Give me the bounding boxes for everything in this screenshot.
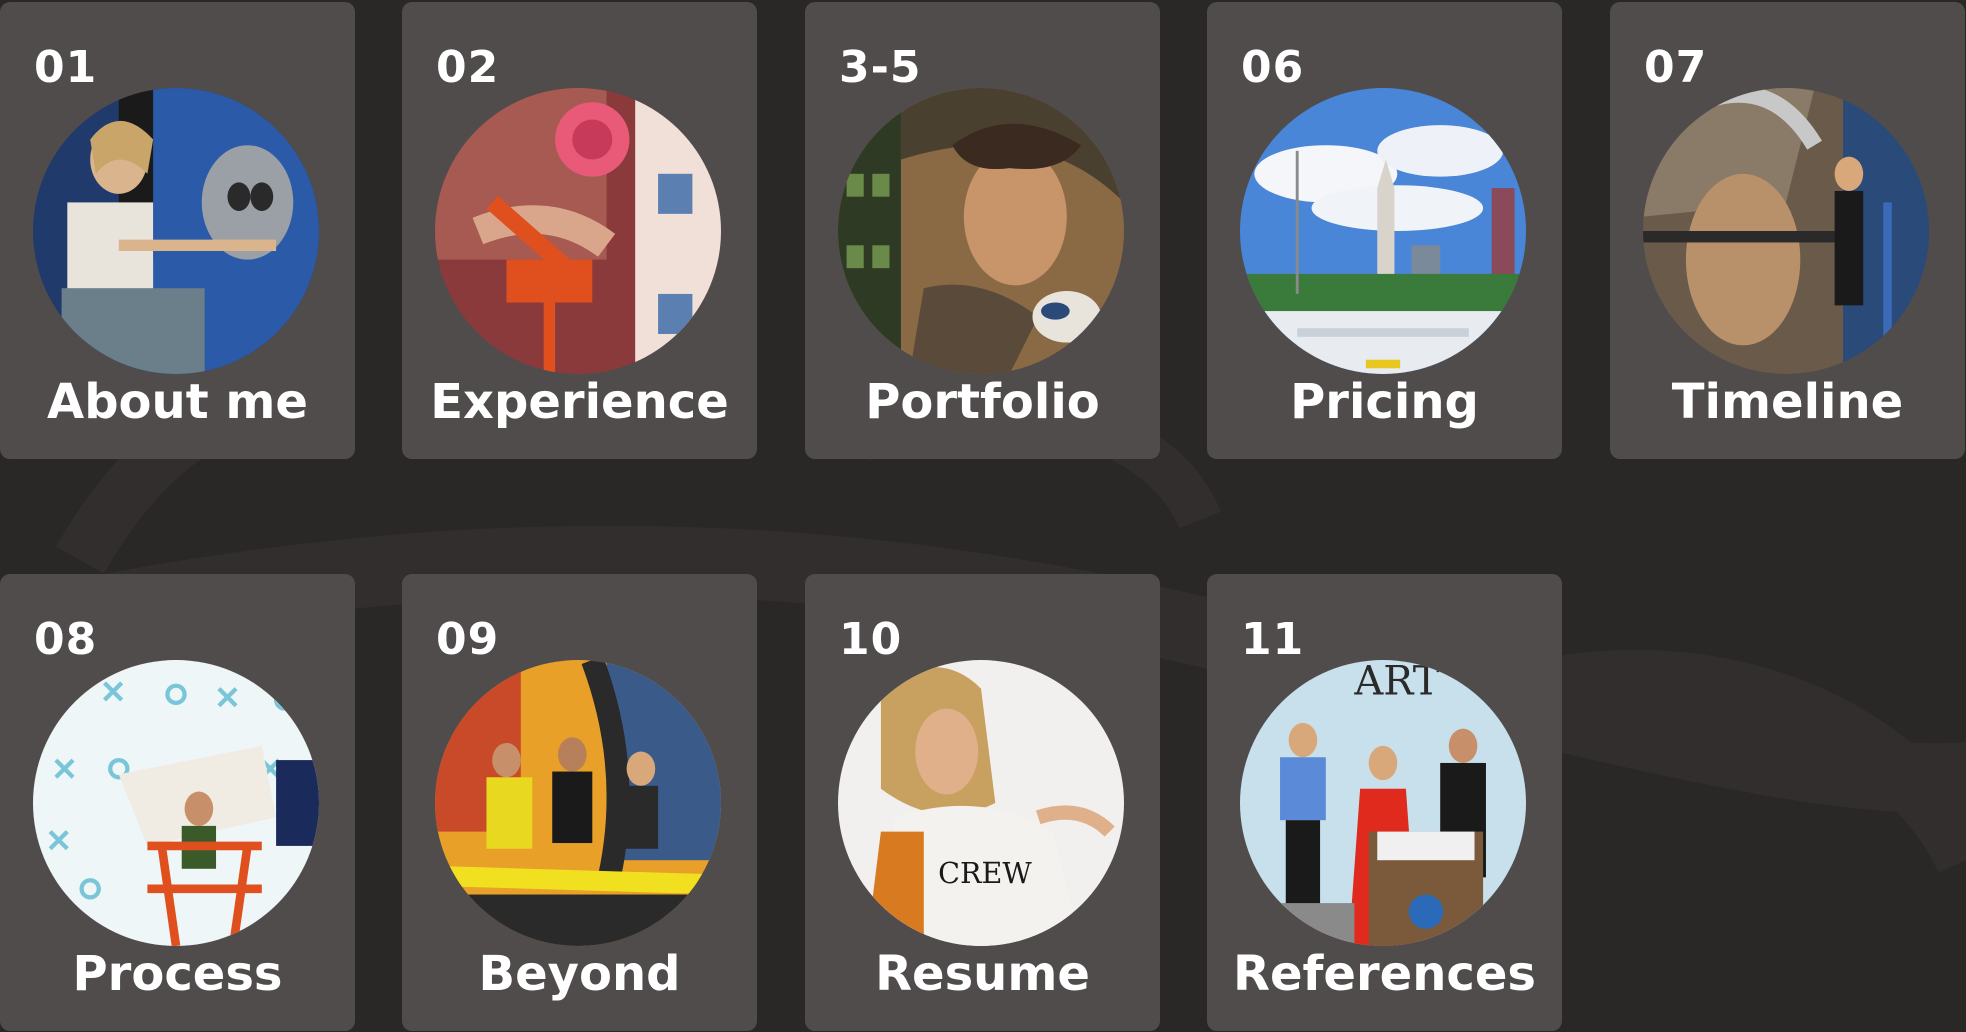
svg-text:ART: ART bbox=[1353, 660, 1439, 704]
card-title: Process bbox=[72, 946, 283, 1002]
card-title: Portfolio bbox=[865, 374, 1100, 430]
artist-painting-face-mural-photo bbox=[1643, 88, 1929, 374]
svg-text:CREW: CREW bbox=[938, 856, 1032, 890]
museum-podium-speech-photo: ART bbox=[1240, 660, 1526, 946]
card-title: Resume bbox=[875, 946, 1090, 1002]
lift-in-front-of-flower-mural-photo bbox=[435, 88, 721, 374]
woman-with-feathers-mural-photo bbox=[838, 88, 1124, 374]
artist-portrait-photo: CREW bbox=[838, 660, 1124, 946]
card-beyond[interactable]: 09 Beyond bbox=[402, 574, 757, 1031]
card-number: 08 bbox=[34, 614, 98, 665]
card-title: References bbox=[1233, 946, 1536, 1002]
card-pricing[interactable]: 06 Pricing bbox=[1207, 2, 1562, 459]
card-number: 01 bbox=[34, 42, 98, 93]
card-timeline[interactable]: 07 Timeline bbox=[1610, 2, 1965, 459]
card-references[interactable]: 11 ART References bbox=[1207, 574, 1562, 1031]
card-about-me[interactable]: 01 About me bbox=[0, 2, 355, 459]
card-title: About me bbox=[47, 374, 308, 430]
card-process[interactable]: 08 Process bbox=[0, 574, 355, 1031]
artist-on-lift-pattern-wall-photo bbox=[33, 660, 319, 946]
card-number: 06 bbox=[1241, 42, 1305, 93]
artist-painting-skull-mural-photo bbox=[33, 88, 319, 374]
card-number: 09 bbox=[436, 614, 500, 665]
card-resume[interactable]: 10 CREW Resume bbox=[805, 574, 1160, 1031]
card-title: Beyond bbox=[478, 946, 681, 1002]
card-title: Experience bbox=[430, 374, 729, 430]
ribbon-cutting-ceremony-photo bbox=[435, 660, 721, 946]
card-portfolio[interactable]: 3-5 Portfolio bbox=[805, 2, 1160, 459]
card-title: Pricing bbox=[1290, 374, 1479, 430]
card-number: 10 bbox=[839, 614, 903, 665]
city-skyline-plaza-photo bbox=[1240, 88, 1526, 374]
card-number: 07 bbox=[1644, 42, 1708, 93]
card-title: Timeline bbox=[1671, 374, 1904, 430]
card-number: 11 bbox=[1241, 614, 1305, 665]
card-experience[interactable]: 02 Experience bbox=[402, 2, 757, 459]
card-number: 3-5 bbox=[839, 42, 922, 93]
section-grid: 01 About me 02 Experience 3-5 Portfolio … bbox=[0, 0, 1966, 1032]
card-number: 02 bbox=[436, 42, 500, 93]
